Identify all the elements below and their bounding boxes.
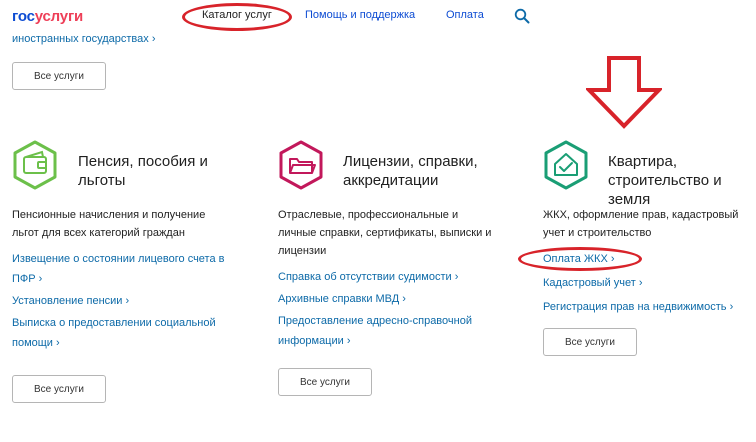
category-title-line: аккредитации	[343, 172, 439, 189]
all-services-button-housing[interactable]: Все услуги	[543, 328, 637, 356]
category-title-licenses[interactable]: Лицензии, справки, аккредитации	[343, 152, 478, 190]
nav-help-link[interactable]: Помощь и поддержка	[305, 9, 415, 21]
house-icon	[544, 140, 588, 190]
link-cadastral-registration[interactable]: Кадастровый учет ›	[543, 273, 733, 293]
link-line: Извещение о состоянии лицевого счета в	[12, 253, 225, 265]
link-social-assistance-statement[interactable]: Выписка о предоставлении социальной помо…	[12, 313, 224, 353]
search-icon[interactable]	[514, 8, 530, 24]
description-line: льгот для всех категорий граждан	[12, 227, 185, 239]
nav-payment-link[interactable]: Оплата	[446, 9, 484, 21]
logo-part-uslugi: услуги	[34, 8, 84, 25]
link-pfr-account-notice[interactable]: Извещение о состоянии лицевого счета в П…	[12, 249, 224, 289]
category-description-licenses: Отраслевые, профессиональные и личные сп…	[278, 206, 491, 260]
category-title-line: Квартира,	[608, 153, 677, 170]
link-line: Регистрация прав на недвижимость ›	[543, 301, 734, 313]
link-property-rights-registration[interactable]: Регистрация прав на недвижимость ›	[543, 297, 733, 317]
link-pension-establishment[interactable]: Установление пенсии ›	[12, 291, 224, 311]
description-line: учет и строительство	[543, 227, 652, 239]
all-services-button-pension[interactable]: Все услуги	[12, 375, 106, 403]
link-foreign-states[interactable]: иностранных государствах ›	[12, 29, 156, 49]
category-links-licenses: Справка об отсутствии судимости › Архивн…	[278, 267, 472, 351]
logo-part-gos: гос	[12, 8, 35, 25]
description-line: личные справки, сертификаты, выписки и	[278, 227, 492, 239]
category-title-pension[interactable]: Пенсия, пособия и льготы	[78, 152, 208, 190]
link-mvd-archive-certificates[interactable]: Архивные справки МВД ›	[278, 289, 472, 309]
link-no-criminal-record[interactable]: Справка об отсутствии судимости ›	[278, 267, 472, 287]
folder-icon	[279, 140, 323, 190]
link-line: Выписка о предоставлении социальной	[12, 317, 216, 329]
all-services-button-licenses[interactable]: Все услуги	[278, 368, 372, 396]
annotation-arrow-down-icon	[586, 56, 662, 129]
category-description-pension: Пенсионные начисления и получение льгот …	[12, 206, 205, 242]
link-line: ПФР ›	[12, 273, 43, 285]
link-address-information[interactable]: Предоставление адресно-справочной информ…	[278, 311, 472, 351]
link-line: Установление пенсии ›	[12, 295, 130, 307]
link-line: Предоставление адресно-справочной	[278, 315, 472, 327]
gosuslugi-logo[interactable]: госуслуги	[12, 8, 83, 25]
link-line: Архивные справки МВД ›	[278, 293, 406, 305]
link-line: информации ›	[278, 335, 351, 347]
category-title-line: Пенсия, пособия и	[78, 153, 208, 170]
description-line: лицензии	[278, 245, 327, 257]
category-title-housing[interactable]: Квартира, строительство и земля	[608, 152, 722, 209]
category-description-housing: ЖКХ, оформление прав, кадастровый учет и…	[543, 206, 738, 242]
description-line: ЖКХ, оформление прав, кадастровый	[543, 209, 739, 221]
all-services-button-top[interactable]: Все услуги	[12, 62, 106, 90]
link-line: Кадастровый учет ›	[543, 277, 643, 289]
wallet-icon	[13, 140, 57, 190]
description-line: Пенсионные начисления и получение	[12, 209, 206, 221]
category-title-line: Лицензии, справки,	[343, 153, 478, 170]
annotation-ellipse-catalog	[182, 3, 292, 31]
link-line: Справка об отсутствии судимости ›	[278, 271, 459, 283]
category-links-pension: Извещение о состоянии лицевого счета в П…	[12, 249, 224, 353]
category-title-line: льготы	[78, 172, 126, 189]
category-title-line: строительство и	[608, 172, 722, 189]
link-line: помощи ›	[12, 337, 60, 349]
annotation-ellipse-housing-payment	[518, 247, 642, 271]
description-line: Отраслевые, профессиональные и	[278, 209, 459, 221]
